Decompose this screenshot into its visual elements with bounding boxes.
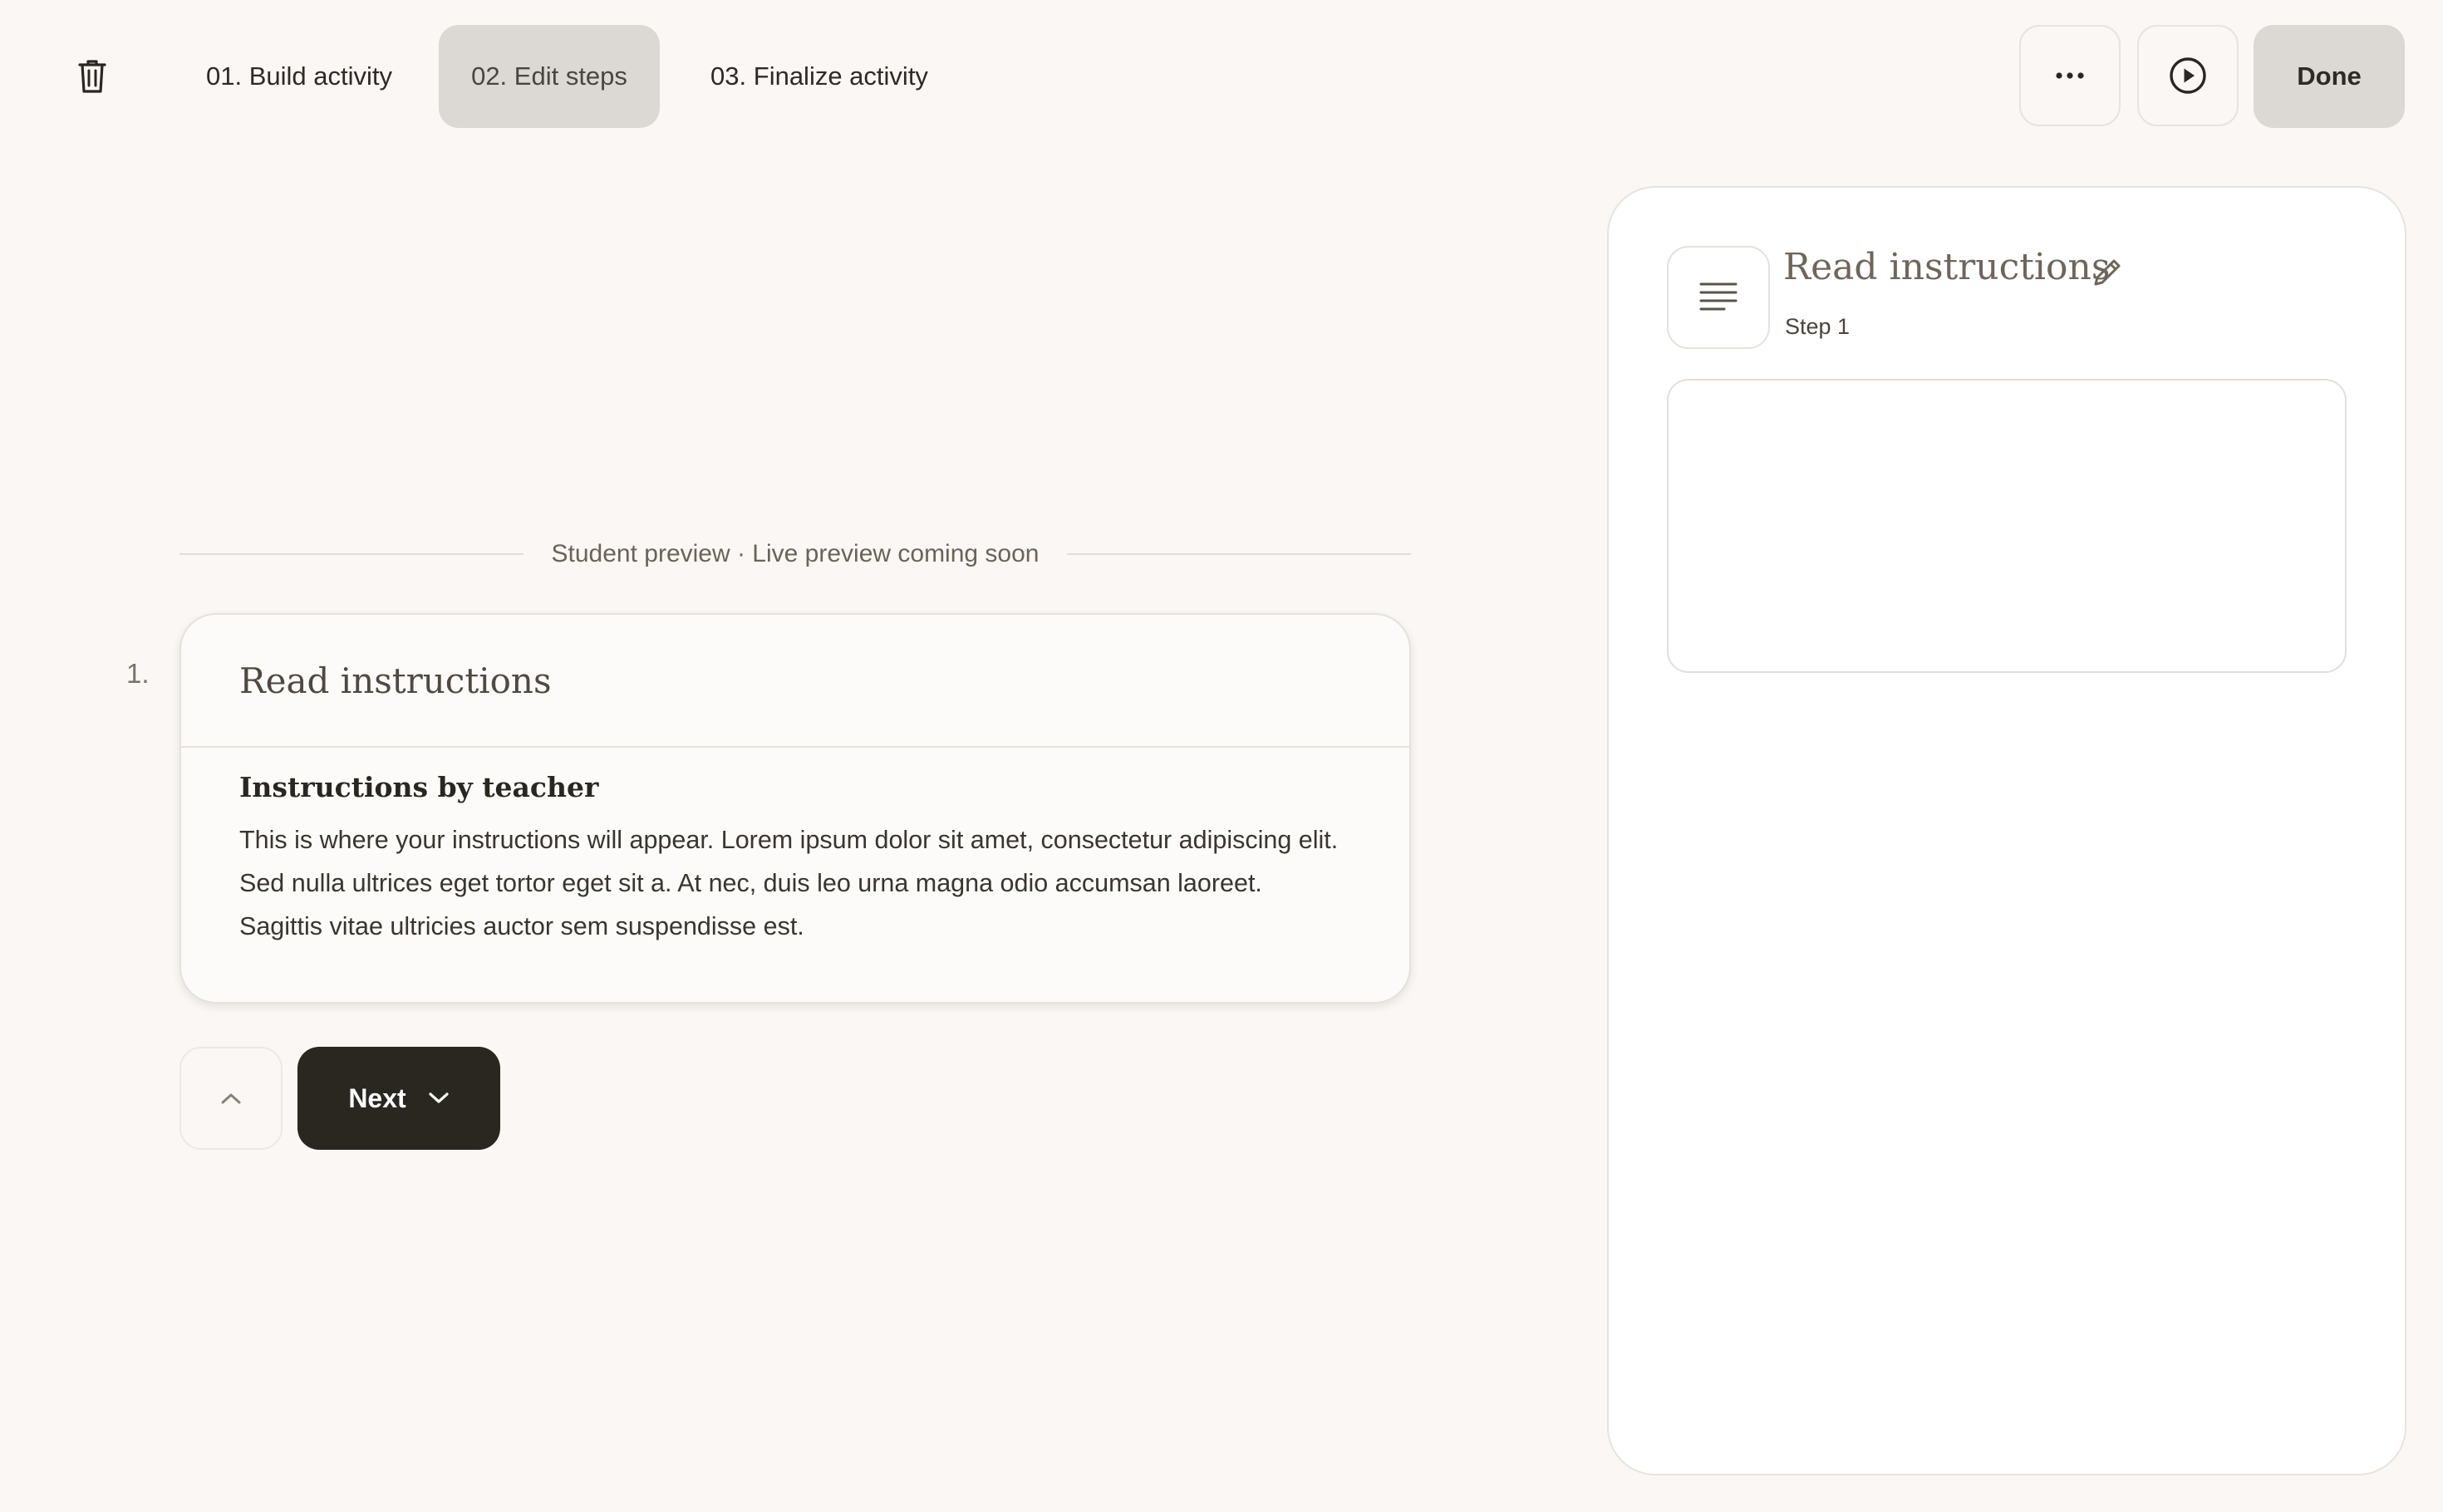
preview-play-button[interactable] (2137, 25, 2239, 126)
play-circle-icon (2170, 57, 2206, 94)
text-lines-icon (1699, 282, 1738, 311)
instructions-textarea[interactable] (1667, 379, 2347, 673)
panel-step-subtitle: Step 1 (1785, 314, 1851, 339)
step-type-icon-box (1667, 246, 1770, 349)
next-step-button[interactable]: Next (297, 1047, 500, 1150)
chevron-down-icon (429, 1092, 449, 1103)
more-horizontal-icon (2056, 72, 2084, 79)
top-toolbar: 01. Build activity 02. Edit steps 03. Fi… (0, 0, 2443, 153)
pencil-icon (2094, 259, 2121, 286)
instructions-heading: Instructions by teacher (239, 771, 599, 803)
divider-line-left (179, 553, 524, 555)
edit-step-title-button[interactable] (2086, 251, 2129, 294)
step-preview-card: Read instructions Instructions by teache… (179, 613, 1411, 1004)
delete-activity-button[interactable] (52, 25, 133, 128)
previous-step-button[interactable] (179, 1047, 283, 1150)
chevron-up-icon (221, 1093, 241, 1104)
step-card-header: Read instructions (181, 615, 1409, 748)
instructions-text: This is where your instructions will app… (239, 826, 1339, 940)
done-button[interactable]: Done (2254, 25, 2405, 128)
trash-icon (78, 60, 106, 93)
step-editor-panel: Read instructions Step 1 (1607, 186, 2406, 1475)
more-options-button[interactable] (2019, 25, 2121, 126)
step-number: 1. (126, 658, 150, 689)
student-preview-divider: Student preview · Live preview coming so… (179, 532, 1411, 577)
next-button-label: Next (348, 1082, 406, 1113)
tab-build-activity[interactable]: 01. Build activity (174, 25, 424, 128)
tab-finalize-activity[interactable]: 03. Finalize activity (686, 25, 952, 128)
tab-edit-steps[interactable]: 02. Edit steps (439, 25, 660, 128)
panel-step-title: Read instructions (1783, 246, 2111, 288)
divider-line-right (1067, 553, 1411, 555)
step-card-title: Read instructions (239, 660, 552, 701)
student-preview-label: Student preview · Live preview coming so… (551, 540, 1040, 567)
step-card-body: Instructions by teacher This is where yo… (181, 748, 1409, 948)
